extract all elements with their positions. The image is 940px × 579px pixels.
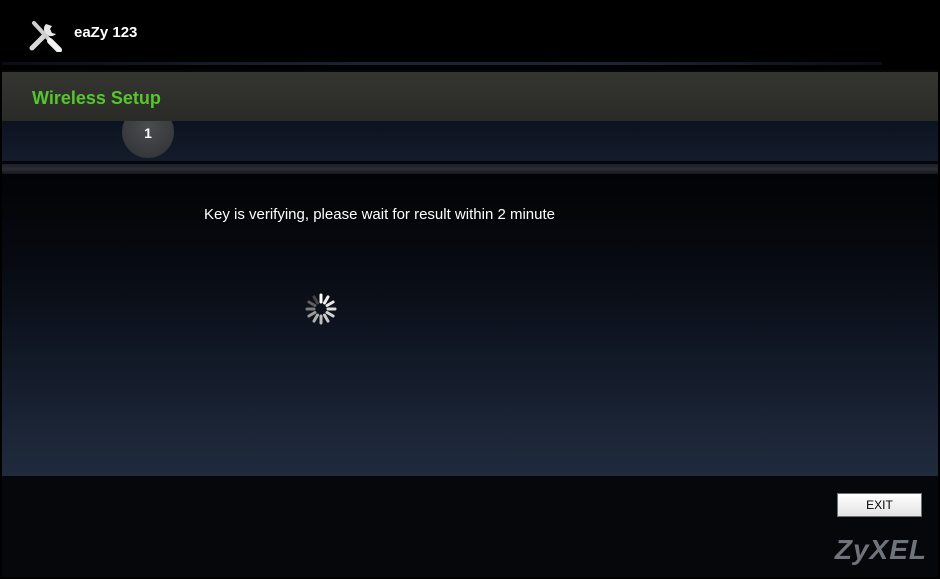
top-bar [2,2,938,70]
status-message: Key is verifying, please wait for result… [204,206,555,223]
top-bar-accent-line [2,62,882,65]
setup-window: eaZy 123 Wireless Setup 1 Key is verifyi… [0,0,940,579]
app-title: eaZy 123 [74,24,138,41]
zyxel-logo: ZyXEL [834,534,927,565]
section-title: Wireless Setup [32,88,161,108]
tools-icon [29,21,62,52]
step-number: 1 [144,125,152,141]
footer [2,476,938,577]
exit-button[interactable]: EXIT [837,493,922,517]
loading-spinner-icon [305,293,337,325]
header-divider [2,164,938,174]
